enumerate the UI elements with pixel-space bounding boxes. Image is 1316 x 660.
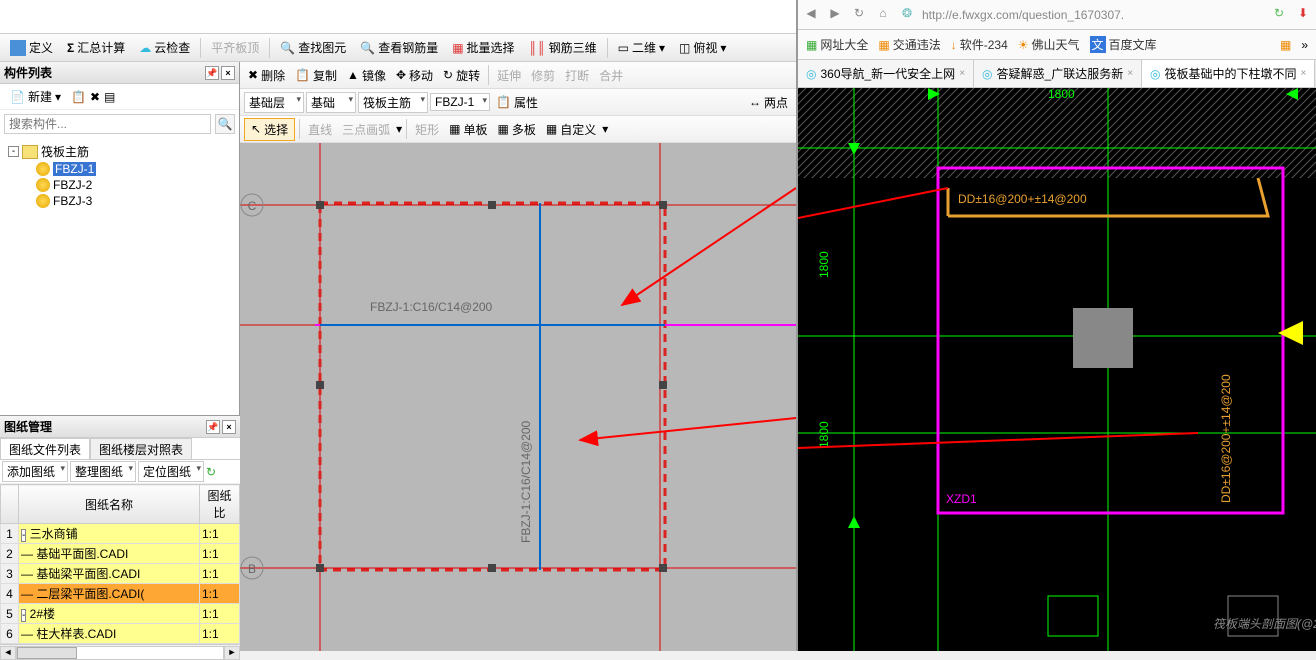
- delete-icon[interactable]: ✖: [90, 90, 100, 104]
- select-button[interactable]: ↖选择: [244, 118, 295, 141]
- refresh-icon[interactable]: ↻: [206, 465, 216, 479]
- copy-button[interactable]: 📋复制: [291, 65, 341, 86]
- pin-icon[interactable]: 📌: [206, 420, 220, 434]
- browser-tab[interactable]: ◎答疑解惑_广联达服务新×: [974, 60, 1142, 87]
- close-icon[interactable]: ×: [221, 66, 235, 80]
- break-button: 打断: [561, 65, 593, 86]
- rebar3d-button[interactable]: ║║钢筋三维: [523, 36, 603, 59]
- browser-tab[interactable]: ◎筏板基础中的下柱墩不同×: [1142, 60, 1315, 87]
- define-button[interactable]: 定义: [4, 36, 59, 59]
- table-row[interactable]: 6— 柱大样表.CADI1:1: [1, 624, 240, 644]
- svg-text:DD±16@200+±14@200: DD±16@200+±14@200: [1219, 374, 1233, 503]
- delete-button[interactable]: ✖删除: [244, 65, 289, 86]
- comp-panel-title: 构件列表: [4, 64, 52, 81]
- close-icon[interactable]: ×: [222, 420, 236, 434]
- svg-text:FBZJ-1:C16/C14@200: FBZJ-1:C16/C14@200: [370, 300, 493, 314]
- sum-button[interactable]: Σ汇总计算: [61, 36, 131, 59]
- url-bar[interactable]: http://e.fwxgx.com/question_1670307.: [922, 8, 1264, 22]
- property-button[interactable]: 📋属性: [492, 92, 542, 113]
- back-icon[interactable]: ◀: [802, 6, 820, 24]
- subcategory-select[interactable]: 筏板主筋: [358, 92, 428, 113]
- bookmark-all[interactable]: ▦网址大全: [806, 36, 868, 53]
- merge-button: 合并: [595, 65, 627, 86]
- close-icon[interactable]: ×: [1127, 68, 1133, 79]
- tab-file-list[interactable]: 图纸文件列表: [0, 438, 90, 459]
- svg-text:1800: 1800: [817, 421, 831, 448]
- gear-icon: [36, 162, 50, 176]
- table-row[interactable]: 1- 三水商铺1:1: [1, 524, 240, 544]
- batch-button[interactable]: ▦批量选择: [446, 36, 520, 59]
- folder-icon: [22, 145, 38, 159]
- search-button[interactable]: 🔍: [215, 114, 235, 134]
- rebar-button[interactable]: 🔍查看钢筋量: [354, 36, 444, 59]
- rect-button: 矩形: [411, 119, 443, 140]
- component-tree[interactable]: -筏板主筋 FBZJ-1 FBZJ-2 FBZJ-3: [0, 138, 239, 378]
- twopoint-button[interactable]: ↔两点: [745, 92, 792, 113]
- filter-icon[interactable]: ▤: [104, 90, 115, 104]
- grid-icon[interactable]: ▦: [1280, 38, 1291, 52]
- bookmark-soft[interactable]: ↓软件-234: [951, 36, 1008, 53]
- mirror-button[interactable]: ▲镜像: [343, 65, 390, 86]
- svg-text:B: B: [248, 562, 256, 576]
- gear-icon[interactable]: ❂: [898, 6, 916, 24]
- model-viewport[interactable]: C B FBZJ-1:C16/C14@200 FBZJ-1:C16/C14@20…: [240, 143, 796, 651]
- table-row[interactable]: 2— 基础平面图.CADI1:1: [1, 544, 240, 564]
- home-icon[interactable]: ⌂: [874, 6, 892, 24]
- svg-text:XZD1: XZD1: [946, 492, 977, 506]
- flatten-button: 平齐板顶: [205, 36, 265, 59]
- item-select[interactable]: FBZJ-1: [430, 93, 490, 111]
- level-select[interactable]: 基础层: [244, 92, 304, 113]
- dwg-panel-title: 图纸管理: [4, 418, 52, 435]
- pin-icon[interactable]: 📌: [205, 66, 219, 80]
- add-drawing-button[interactable]: 添加图纸: [2, 461, 68, 482]
- multi-button[interactable]: ▦多板: [494, 119, 540, 140]
- reload-icon[interactable]: ↻: [850, 6, 868, 24]
- arc-button: 三点画弧: [338, 119, 394, 140]
- line-button: 直线: [304, 119, 336, 140]
- trim-button: 修剪: [527, 65, 559, 86]
- new-button[interactable]: 📄新建▾: [4, 85, 67, 108]
- tidy-drawing-button[interactable]: 整理图纸: [70, 461, 136, 482]
- category-select[interactable]: 基础: [306, 92, 356, 113]
- table-row[interactable]: 5- 2#楼1:1: [1, 604, 240, 624]
- copy-icon[interactable]: 📋: [71, 90, 86, 104]
- table-row[interactable]: 4— 二层梁平面图.CADI(1:1: [1, 584, 240, 604]
- bookmark-weather[interactable]: ☀佛山天气: [1018, 36, 1080, 53]
- custom-button[interactable]: ▦自定义: [542, 119, 600, 140]
- locate-drawing-button[interactable]: 定位图纸: [138, 461, 204, 482]
- cloud-button[interactable]: ☁云检查: [133, 36, 196, 59]
- close-icon[interactable]: ×: [959, 68, 965, 79]
- bookmark-traffic[interactable]: ▦交通违法: [878, 36, 940, 53]
- svg-text:C: C: [248, 199, 257, 213]
- close-icon[interactable]: ×: [1301, 68, 1307, 79]
- tab-floor-map[interactable]: 图纸楼层对照表: [90, 438, 192, 459]
- extend-button: 延伸: [493, 65, 525, 86]
- drawing-table[interactable]: 图纸名称图纸比 1- 三水商铺1:12— 基础平面图.CADI1:13— 基础梁…: [0, 484, 240, 644]
- topview-button[interactable]: ◫俯视▾: [673, 36, 732, 59]
- expand-icon[interactable]: »: [1301, 38, 1308, 52]
- svg-text:FBZJ-1:C16/C14@200: FBZJ-1:C16/C14@200: [519, 420, 533, 543]
- view2d-button[interactable]: ▭二维▾: [612, 36, 671, 59]
- search-component-input[interactable]: [4, 114, 211, 134]
- svg-text:1800: 1800: [1048, 88, 1075, 101]
- collapse-icon[interactable]: -: [8, 146, 19, 157]
- cad-viewport[interactable]: 1800 1800 1800 DD±16@200+±14@200 DD±16@2…: [798, 88, 1316, 651]
- svg-text:1800: 1800: [817, 251, 831, 278]
- move-button[interactable]: ✥移动: [392, 65, 437, 86]
- browser-tab[interactable]: ◎360导航_新一代安全上网×: [798, 60, 974, 87]
- bookmark-baidu[interactable]: 文百度文库: [1090, 36, 1157, 53]
- find-button[interactable]: 🔍查找图元: [274, 36, 352, 59]
- stop-icon[interactable]: ⬇: [1294, 6, 1312, 24]
- svg-text:DD±16@200+±14@200: DD±16@200+±14@200: [958, 192, 1087, 206]
- rotate-button[interactable]: ↻旋转: [439, 65, 484, 86]
- gear-icon: [36, 178, 50, 192]
- refresh-icon[interactable]: ↻: [1270, 6, 1288, 24]
- single-button[interactable]: ▦单板: [445, 119, 491, 140]
- horizontal-scrollbar[interactable]: ◄►: [0, 644, 240, 660]
- gear-icon: [36, 194, 50, 208]
- forward-icon[interactable]: ▶: [826, 6, 844, 24]
- table-row[interactable]: 3— 基础梁平面图.CADI1:1: [1, 564, 240, 584]
